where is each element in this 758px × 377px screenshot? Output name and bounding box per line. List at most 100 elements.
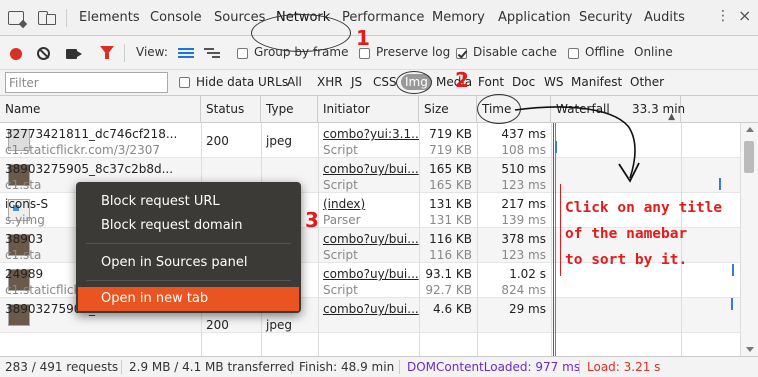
type-filter-other[interactable]: Other	[630, 75, 664, 89]
latency-time: 123 ms	[501, 178, 546, 192]
request-name: 38903275905_8c37c2b8d...	[5, 162, 174, 176]
divider	[121, 360, 122, 374]
devtools-tab-bar: Elements Console Sources Network Perform…	[0, 0, 758, 36]
tab-performance[interactable]: Performance	[342, 0, 424, 36]
divider	[66, 9, 67, 27]
request-name: 24989	[5, 267, 44, 281]
record-icon[interactable]	[10, 48, 22, 60]
divider	[579, 360, 580, 374]
initiator-link[interactable]: combo?uy/bui...	[323, 232, 419, 246]
table-row[interactable]: 32773421811_dc746cf218... c1.staticflick…	[0, 123, 740, 158]
tab-audits[interactable]: Audits	[644, 0, 685, 36]
column-type[interactable]: Type	[261, 96, 318, 123]
tab-elements[interactable]: Elements	[79, 0, 140, 36]
throttling-select[interactable]: Online	[634, 45, 673, 59]
initiator-link[interactable]: combo?uy/bui...	[323, 267, 419, 281]
preserve-log-label: Preserve log	[376, 45, 451, 59]
hide-data-urls-label: Hide data URLs	[196, 75, 289, 89]
divider	[399, 360, 400, 374]
resource-size: 719 KB	[429, 143, 472, 157]
capture-screenshots-icon[interactable]	[66, 49, 77, 59]
filter-input[interactable]	[5, 72, 168, 93]
initiator-link[interactable]: combo?uy/bui...	[323, 302, 419, 316]
inspect-element-icon[interactable]	[8, 11, 24, 25]
type-filter-doc[interactable]: Doc	[512, 75, 535, 89]
disable-cache-checkbox[interactable]	[456, 48, 467, 59]
status-bar: 283 / 491 requests 2.9 MB / 4.1 MB trans…	[0, 356, 758, 377]
waterfall-bar	[731, 298, 733, 310]
menu-separator	[86, 243, 291, 244]
type-filter-css[interactable]: CSS	[373, 75, 397, 89]
initiator-link[interactable]: (index)	[323, 197, 365, 211]
hide-data-urls-checkbox[interactable]	[179, 77, 190, 88]
request-size: 93.1 KB	[425, 267, 472, 281]
request-count: 283 / 491 requests	[5, 360, 119, 374]
scroll-up-icon[interactable]	[746, 127, 754, 132]
annotation-number-1: 1	[356, 26, 370, 50]
overview-icon[interactable]	[204, 48, 220, 59]
latency-time: 139 ms	[501, 213, 546, 227]
device-toolbar-icon[interactable]	[38, 11, 56, 25]
column-name[interactable]: Name	[0, 96, 201, 123]
type-filter-js[interactable]: JS	[351, 75, 362, 89]
disable-cache-label: Disable cache	[473, 45, 557, 59]
type-filter-manifest[interactable]: Manifest	[571, 75, 622, 89]
type-filter-xhr[interactable]: XHR	[317, 75, 343, 89]
menu-item-open-in-new-tab[interactable]: Open in new tab	[78, 287, 299, 311]
request-status: 200	[206, 318, 229, 332]
initiator-type: Parser	[323, 213, 361, 227]
waterfall-scale: 33.3 min	[632, 102, 686, 116]
latency-time: 108 ms	[501, 143, 546, 157]
scrollbar-thumb[interactable]	[744, 141, 754, 173]
dom-content-loaded-line	[553, 123, 554, 356]
type-filter-font[interactable]: Font	[478, 75, 504, 89]
column-divider	[419, 123, 420, 356]
type-filter-all[interactable]: All	[287, 75, 302, 89]
initiator-link[interactable]: combo?yui:3.1...	[323, 127, 419, 141]
request-path: c1.sta	[5, 248, 42, 262]
request-size: 131 KB	[429, 197, 472, 211]
more-tabs-icon[interactable]: ⋮	[716, 8, 730, 24]
menu-item-block-request-domain[interactable]: Block request domain	[76, 214, 301, 238]
request-time: 378 ms	[501, 232, 546, 246]
tab-application[interactable]: Application	[498, 0, 571, 36]
annotation-ellipse-network	[251, 14, 351, 52]
column-status[interactable]: Status	[201, 96, 261, 123]
scroll-down-icon[interactable]	[746, 347, 754, 352]
load-event-line	[555, 123, 556, 356]
request-size: 4.6 KB	[433, 302, 472, 316]
column-waterfall[interactable]: Waterfall 33.3 min ▲	[551, 96, 685, 123]
vertical-scrollbar[interactable]	[740, 123, 758, 356]
request-type: jpeg	[266, 318, 292, 332]
request-name: icons-S	[5, 197, 49, 211]
group-by-frame-checkbox[interactable]	[237, 48, 248, 59]
tab-console[interactable]: Console	[150, 0, 202, 36]
column-divider	[477, 123, 478, 356]
initiator-type: Script	[323, 283, 358, 297]
tab-memory[interactable]: Memory	[432, 0, 485, 36]
menu-item-block-request-url[interactable]: Block request URL	[76, 190, 301, 214]
context-menu: Block request URL Block request domain O…	[76, 182, 301, 313]
column-initiator[interactable]: Initiator	[318, 96, 419, 123]
request-time: 437 ms	[501, 127, 546, 141]
waterfall-bar	[555, 141, 557, 153]
large-rows-icon[interactable]	[178, 48, 194, 59]
request-size: 719 KB	[429, 127, 472, 141]
request-size: 165 KB	[429, 162, 472, 176]
column-size[interactable]: Size	[419, 96, 477, 123]
request-type: jpeg	[266, 134, 292, 148]
request-time: 217 ms	[501, 197, 546, 211]
offline-checkbox[interactable]	[568, 48, 579, 59]
request-time: 1.02 s	[509, 267, 546, 281]
resource-size: 92.7 KB	[425, 283, 472, 297]
divider	[124, 44, 125, 62]
initiator-link[interactable]: combo?uy/bui...	[323, 162, 419, 176]
menu-item-open-in-sources[interactable]: Open in Sources panel	[76, 251, 301, 275]
close-icon[interactable]: ×	[738, 6, 751, 25]
clear-icon[interactable]	[37, 47, 50, 60]
initiator-type: Script	[323, 248, 358, 262]
filter-icon[interactable]	[100, 46, 114, 59]
column-divider	[318, 123, 319, 356]
type-filter-ws[interactable]: WS	[544, 75, 563, 89]
tab-security[interactable]: Security	[579, 0, 632, 36]
